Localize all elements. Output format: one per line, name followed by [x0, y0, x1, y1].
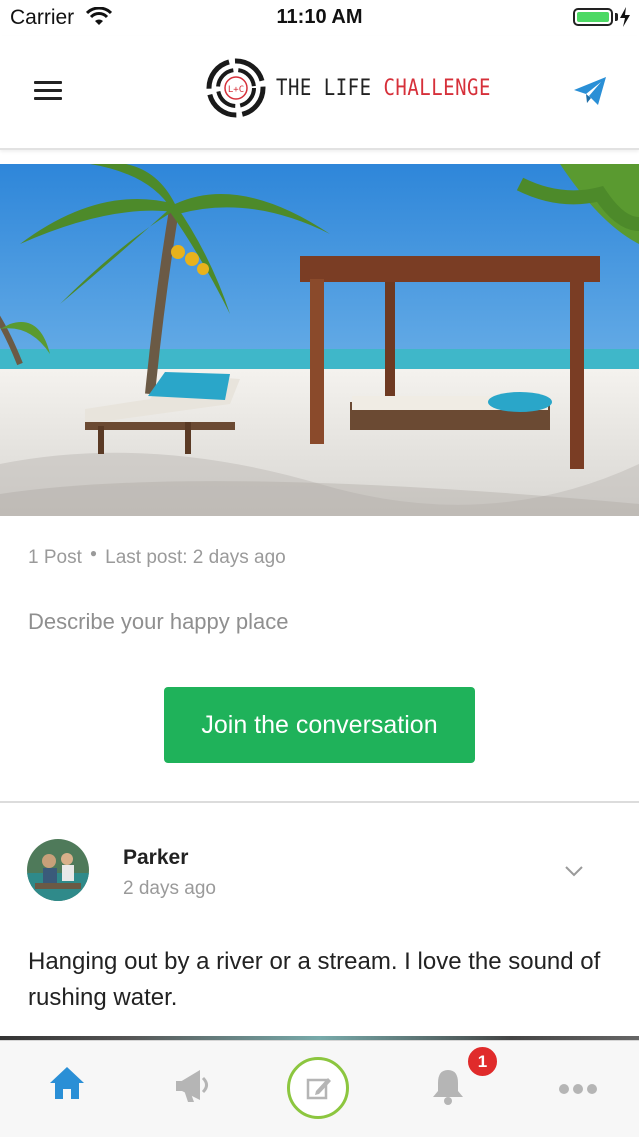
topic-cover-image — [0, 164, 639, 516]
app-logo: L+C THE LIFE CHALLENGE — [206, 58, 491, 118]
bell-icon[interactable] — [430, 1067, 466, 1107]
logo-word-1: THE LIFE — [276, 75, 372, 101]
avatar[interactable] — [27, 839, 89, 901]
megaphone-icon[interactable] — [174, 1066, 214, 1106]
tab-bar — [0, 1040, 639, 1137]
post-count: 1 Post — [28, 547, 82, 568]
join-conversation-button[interactable]: Join the conversation — [164, 687, 475, 763]
logo-word-2: CHALLENGE — [383, 75, 491, 101]
compose-button[interactable] — [287, 1057, 349, 1119]
hamburger-icon-line — [34, 81, 62, 84]
hamburger-icon-line — [34, 89, 62, 92]
last-post-time: Last post: 2 days ago — [105, 547, 286, 568]
section-divider — [0, 801, 639, 803]
clock: 11:10 AM — [276, 6, 363, 28]
battery-cap — [615, 13, 618, 21]
notification-badge: 1 — [466, 1045, 499, 1078]
status-bar: Carrier 11:10 AM — [0, 0, 639, 36]
logo-wordmark: THE LIFE CHALLENGE — [276, 75, 491, 100]
menu-button[interactable] — [34, 81, 62, 103]
logo-mark-text: L+C — [228, 85, 244, 95]
topic-meta: 1 Post ● Last post: 2 days ago — [28, 546, 286, 569]
hamburger-icon-line — [34, 97, 62, 100]
logo-mark-icon: L+C — [206, 58, 266, 118]
chevron-down-icon[interactable] — [564, 864, 584, 878]
separator-dot: ● — [89, 546, 98, 560]
battery-icon — [573, 8, 613, 26]
home-icon[interactable] — [48, 1065, 86, 1101]
compose-icon — [306, 1078, 331, 1100]
charging-icon — [620, 7, 630, 27]
topic-description: Describe your happy place — [28, 609, 289, 634]
send-message-icon[interactable] — [573, 76, 607, 106]
more-icon[interactable] — [558, 1083, 598, 1095]
app-header: L+C THE LIFE CHALLENGE — [0, 36, 639, 150]
post-body: Hanging out by a river or a stream. I lo… — [28, 948, 601, 1011]
post-author[interactable]: Parker — [123, 846, 188, 870]
post-timestamp: 2 days ago — [123, 878, 216, 899]
